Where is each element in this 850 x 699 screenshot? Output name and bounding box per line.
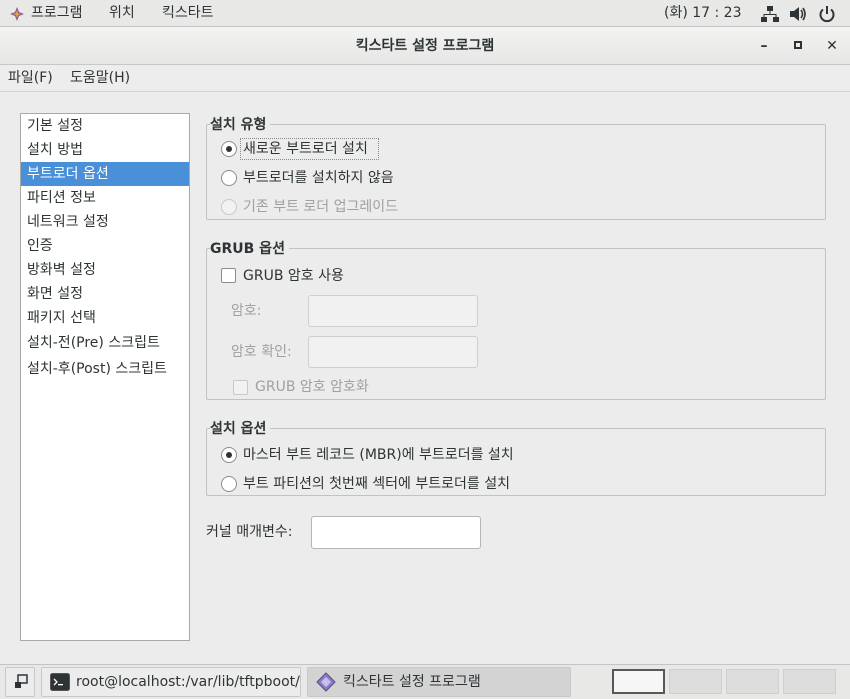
install-options-title: 설치 옵션	[210, 418, 271, 438]
upgrade-bootloader-radio	[221, 199, 237, 215]
show-desktop-button[interactable]	[5, 667, 35, 697]
category-list[interactable]: 기본 설정 설치 방법 부트로더 옵션 파티션 정보 네트워크 설정 인증 방화…	[20, 113, 190, 641]
nav-item-network[interactable]: 네트워크 설정	[21, 210, 189, 234]
workspace-1[interactable]	[612, 669, 665, 694]
workspace-2[interactable]	[669, 669, 722, 694]
workspace-3[interactable]	[726, 669, 779, 694]
partition-radio[interactable]	[221, 476, 237, 492]
maximize-icon[interactable]	[788, 36, 808, 56]
no-bootloader-radio[interactable]	[221, 170, 237, 186]
window-titlebar[interactable]: 킥스타트 설정 프로그램 – ✕	[0, 27, 850, 65]
top-panel: 프로그램 위치 킥스타트 (화) 17 : 23	[0, 0, 850, 27]
nav-item-packages[interactable]: 패키지 선택	[21, 306, 189, 330]
applications-logo-icon[interactable]	[10, 7, 24, 21]
password-label: 암호:	[231, 303, 262, 319]
nav-item-pre-script[interactable]: 설치-전(Pre) 스크립트	[21, 330, 189, 356]
terminal-task[interactable]: root@localhost:/var/lib/tftpboot/px…	[41, 667, 301, 697]
kickstart-menu[interactable]: 킥스타트	[162, 0, 214, 27]
kickstart-task-label: 킥스타트 설정 프로그램	[343, 674, 481, 690]
clock[interactable]: (화) 17 : 23	[664, 0, 742, 27]
network-icon[interactable]	[761, 5, 779, 23]
kickstart-app-icon	[316, 672, 336, 692]
mbr-radio[interactable]	[221, 447, 237, 463]
help-menu[interactable]: 도움말(H)	[70, 65, 130, 92]
mbr-label[interactable]: 마스터 부트 레코드 (MBR)에 부트로더를 설치	[243, 445, 514, 465]
file-menu[interactable]: 파일(F)	[8, 65, 53, 92]
nav-item-bootloader[interactable]: 부트로더 옵션	[21, 162, 189, 186]
nav-item-partition[interactable]: 파티션 정보	[21, 186, 189, 210]
close-icon[interactable]: ✕	[822, 36, 842, 56]
password-confirm-input[interactable]	[308, 336, 478, 368]
nav-item-firewall[interactable]: 방화벽 설정	[21, 258, 189, 282]
volume-icon[interactable]	[789, 5, 807, 23]
install-type-title: 설치 유형	[210, 114, 271, 134]
upgrade-bootloader-label: 기존 부트 로더 업그레이드	[243, 199, 399, 215]
workspace-4[interactable]	[783, 669, 836, 694]
places-menu[interactable]: 위치	[109, 0, 135, 27]
applications-menu[interactable]: 프로그램	[31, 0, 83, 27]
show-desktop-icon	[15, 674, 28, 688]
kernel-params-input[interactable]	[311, 516, 481, 549]
partition-label[interactable]: 부트 파티션의 첫번째 섹터에 부트로더를 설치	[243, 474, 510, 494]
kickstart-task[interactable]: 킥스타트 설정 프로그램	[307, 667, 571, 697]
grub-encrypt-label: GRUB 암호 암호화	[255, 379, 369, 395]
nav-item-basic[interactable]: 기본 설정	[21, 114, 189, 138]
terminal-task-label: root@localhost:/var/lib/tftpboot/px…	[76, 674, 300, 690]
nav-item-display[interactable]: 화면 설정	[21, 282, 189, 306]
nav-item-post-script[interactable]: 설치-후(Post) 스크립트	[21, 356, 189, 382]
no-bootloader-label[interactable]: 부트로더를 설치하지 않음	[243, 168, 394, 188]
new-bootloader-radio[interactable]	[221, 141, 237, 157]
grub-encrypt-checkbox	[233, 380, 248, 395]
terminal-icon	[50, 673, 70, 691]
grub-password-label[interactable]: GRUB 암호 사용	[243, 266, 344, 286]
menubar: 파일(F) 도움말(H)	[0, 65, 850, 92]
minimize-icon[interactable]: –	[754, 36, 774, 56]
grub-options-title: GRUB 옵션	[210, 238, 289, 258]
bottom-panel: root@localhost:/var/lib/tftpboot/px… 킥스타…	[0, 664, 850, 699]
kernel-params-label: 커널 매개변수:	[206, 524, 293, 540]
power-icon[interactable]	[818, 5, 836, 23]
new-bootloader-label[interactable]: 새로운 부트로더 설치	[243, 139, 368, 159]
nav-item-authentication[interactable]: 인증	[21, 234, 189, 258]
window-title: 킥스타트 설정 프로그램	[355, 38, 495, 54]
password-input[interactable]	[308, 295, 478, 327]
nav-item-install-method[interactable]: 설치 방법	[21, 138, 189, 162]
password-confirm-label: 암호 확인:	[231, 344, 292, 360]
grub-password-checkbox[interactable]	[221, 268, 236, 283]
